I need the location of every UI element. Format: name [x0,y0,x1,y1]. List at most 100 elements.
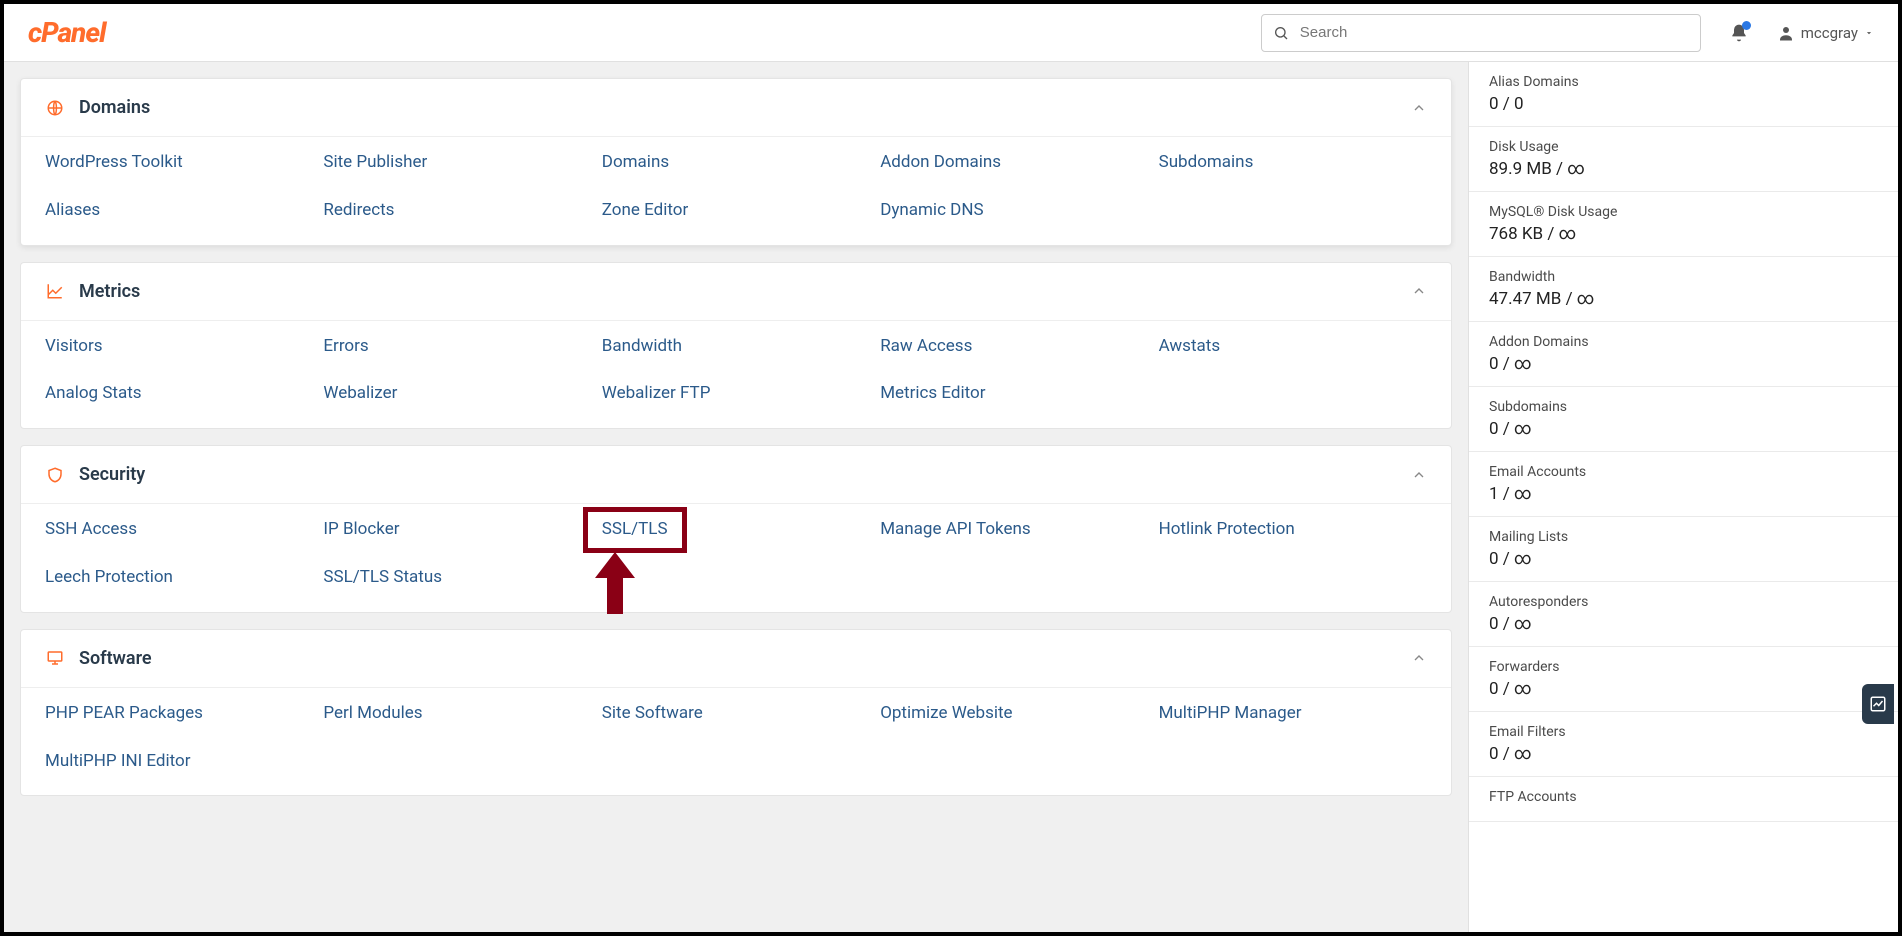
metrics-items: Visitors Errors Bandwidth Raw Access Aws… [45,335,1427,407]
link-php-pear[interactable]: PHP PEAR Packages [45,702,313,726]
link-ssh-access[interactable]: SSH Access [45,518,313,542]
stat-value: 89.9 MB / ∞ [1489,159,1878,179]
search-wrap [1261,14,1701,52]
link-domains[interactable]: Domains [602,151,870,175]
stat-label: Autoresponders [1489,594,1878,610]
shield-icon [45,466,65,484]
link-perl-modules[interactable]: Perl Modules [323,702,591,726]
link-analog-stats[interactable]: Analog Stats [45,382,313,406]
stat-email-filters: Email Filters 0 / ∞ [1469,712,1898,777]
stat-addon-domains: Addon Domains 0 / ∞ [1469,322,1898,387]
stat-value: 0 / ∞ [1489,744,1878,764]
globe-icon [45,99,65,117]
link-multiphp-manager[interactable]: MultiPHP Manager [1159,702,1427,726]
link-visitors[interactable]: Visitors [45,335,313,359]
stat-value: 768 KB / ∞ [1489,224,1878,244]
stat-mailing-lists: Mailing Lists 0 / ∞ [1469,517,1898,582]
stats-toggle-button[interactable] [1862,684,1894,724]
stat-label: Alias Domains [1489,74,1878,90]
link-aliases[interactable]: Aliases [45,199,313,223]
panel-metrics-header[interactable]: Metrics [21,263,1451,320]
link-multiphp-ini[interactable]: MultiPHP INI Editor [45,750,313,774]
link-ssl-tls[interactable]: SSL/TLS [583,507,687,553]
chart-line-icon [1869,695,1887,713]
stats-sidebar: Alias Domains 0 / 0 Disk Usage 89.9 MB /… [1468,62,1898,932]
stat-label: Mailing Lists [1489,529,1878,545]
stat-label: Forwarders [1489,659,1878,675]
search-input[interactable] [1261,14,1701,52]
user-icon [1777,24,1795,42]
logo: cPanel [28,16,105,49]
username: mccgray [1801,24,1858,42]
panel-title: Software [79,648,152,669]
link-awstats[interactable]: Awstats [1159,335,1427,359]
notification-dot [1742,21,1751,30]
panel-software-header[interactable]: Software [21,630,1451,687]
link-dynamic-dns[interactable]: Dynamic DNS [880,199,1148,223]
stat-value: 47.47 MB / ∞ [1489,289,1878,309]
content-area: Domains WordPress Toolkit Site Publisher… [4,62,1468,932]
software-icon [45,649,65,667]
stat-value: 0 / ∞ [1489,614,1878,634]
link-leech-protection[interactable]: Leech Protection [45,566,313,590]
link-optimize-website[interactable]: Optimize Website [880,702,1148,726]
panel-domains-header[interactable]: Domains [21,79,1451,136]
panel-security-body: SSH Access IP Blocker SSL/TLS Manage API… [21,503,1451,612]
link-wordpress-toolkit[interactable]: WordPress Toolkit [45,151,313,175]
panel-security: Security SSH Access IP Blocker SSL/TLS M… [20,445,1452,613]
link-site-publisher[interactable]: Site Publisher [323,151,591,175]
link-manage-api-tokens[interactable]: Manage API Tokens [880,518,1148,542]
panel-domains: Domains WordPress Toolkit Site Publisher… [20,78,1452,246]
link-zone-editor[interactable]: Zone Editor [602,199,870,223]
notifications-button[interactable] [1729,23,1749,43]
stat-ftp-accounts: FTP Accounts [1469,777,1898,822]
chevron-up-icon [1411,100,1427,116]
stat-email-accounts: Email Accounts 1 / ∞ [1469,452,1898,517]
link-metrics-editor[interactable]: Metrics Editor [880,382,1148,406]
caret-down-icon [1864,28,1874,38]
stat-bandwidth: Bandwidth 47.47 MB / ∞ [1469,257,1898,322]
stat-label: MySQL® Disk Usage [1489,204,1878,220]
link-site-software[interactable]: Site Software [602,702,870,726]
panel-domains-body: WordPress Toolkit Site Publisher Domains… [21,136,1451,245]
link-ssl-tls-status[interactable]: SSL/TLS Status [323,566,591,590]
stat-alias-domains: Alias Domains 0 / 0 [1469,62,1898,127]
stat-value: 0 / ∞ [1489,679,1878,699]
link-raw-access[interactable]: Raw Access [880,335,1148,359]
panel-software-body: PHP PEAR Packages Perl Modules Site Soft… [21,687,1451,796]
main: Domains WordPress Toolkit Site Publisher… [4,62,1898,932]
stat-label: Email Accounts [1489,464,1878,480]
stat-disk-usage: Disk Usage 89.9 MB / ∞ [1469,127,1898,192]
stat-mysql-disk-usage: MySQL® Disk Usage 768 KB / ∞ [1469,192,1898,257]
stat-value: 0 / ∞ [1489,549,1878,569]
panel-title: Security [79,464,145,485]
stat-subdomains: Subdomains 0 / ∞ [1469,387,1898,452]
app-header: cPanel mccgray [4,4,1898,62]
link-webalizer-ftp[interactable]: Webalizer FTP [602,382,870,406]
logo-text: cPanel [28,16,105,49]
stat-autoresponders: Autoresponders 0 / ∞ [1469,582,1898,647]
link-addon-domains[interactable]: Addon Domains [880,151,1148,175]
panel-metrics: Metrics Visitors Errors Bandwidth Raw Ac… [20,262,1452,430]
link-webalizer[interactable]: Webalizer [323,382,591,406]
link-hotlink-protection[interactable]: Hotlink Protection [1159,518,1427,542]
stat-label: Subdomains [1489,399,1878,415]
user-menu[interactable]: mccgray [1777,24,1874,42]
panel-title: Domains [79,97,150,118]
panel-software: Software PHP PEAR Packages Perl Modules … [20,629,1452,797]
stat-value: 1 / ∞ [1489,484,1878,504]
stat-value: 0 / ∞ [1489,354,1878,374]
link-bandwidth[interactable]: Bandwidth [602,335,870,359]
link-ip-blocker[interactable]: IP Blocker [323,518,591,542]
header-right: mccgray [1261,14,1874,52]
link-errors[interactable]: Errors [323,335,591,359]
stat-label: Bandwidth [1489,269,1878,285]
stat-value: 0 / 0 [1489,94,1878,114]
panel-security-header[interactable]: Security [21,446,1451,503]
chevron-up-icon [1411,467,1427,483]
domains-items: WordPress Toolkit Site Publisher Domains… [45,151,1427,223]
stat-label: Addon Domains [1489,334,1878,350]
link-subdomains[interactable]: Subdomains [1159,151,1427,175]
search-icon [1273,25,1289,41]
link-redirects[interactable]: Redirects [323,199,591,223]
